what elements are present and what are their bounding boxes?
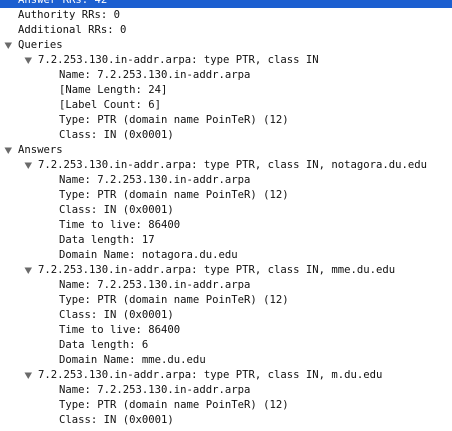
- tree-row-label: Queries: [18, 39, 63, 51]
- tree-row-label: Type: PTR (domain name PoinTeR) (12): [59, 399, 289, 411]
- tree-field-row[interactable]: Class: IN (0x0001): [0, 203, 452, 218]
- tree-field-row[interactable]: Name: 7.2.253.130.in-addr.arpa: [0, 173, 452, 188]
- tree-field-row[interactable]: Class: IN (0x0001): [0, 308, 452, 323]
- tree-row-label: Data length: 6: [59, 339, 149, 351]
- tree-row-label: Time to live: 86400: [59, 324, 181, 336]
- tree-node-row[interactable]: Queries: [0, 38, 452, 53]
- tree-field-row[interactable]: Time to live: 86400: [0, 218, 452, 233]
- tree-field-row[interactable]: Time to live: 86400: [0, 323, 452, 338]
- tree-field-row[interactable]: [Name Length: 24]: [0, 83, 452, 98]
- tree-row-label: Type: PTR (domain name PoinTeR) (12): [59, 294, 289, 306]
- tree-row-label: Class: IN (0x0001): [59, 129, 174, 141]
- disclosure-triangle-down-icon[interactable]: [24, 158, 34, 173]
- tree-field-row[interactable]: Additional RRs: 0: [0, 23, 452, 38]
- tree-row-label: Data length: 17: [59, 234, 155, 246]
- tree-row-label: Type: PTR (domain name PoinTeR) (12): [59, 189, 289, 201]
- tree-row-label: [Label Count: 6]: [59, 99, 162, 111]
- tree-row-label: Time to live: 86400: [59, 219, 181, 231]
- tree-field-row[interactable]: Domain Name: notagora.du.edu: [0, 248, 452, 263]
- tree-node-row[interactable]: 7.2.253.130.in-addr.arpa: type PTR, clas…: [0, 158, 452, 173]
- tree-field-row[interactable]: Name: 7.2.253.130.in-addr.arpa: [0, 278, 452, 293]
- disclosure-triangle-down-icon[interactable]: [24, 53, 34, 68]
- tree-field-row[interactable]: Class: IN (0x0001): [0, 413, 452, 428]
- tree-row-label: 7.2.253.130.in-addr.arpa: type PTR, clas…: [38, 54, 319, 66]
- disclosure-triangle-down-icon[interactable]: [4, 38, 14, 53]
- tree-row-label: Name: 7.2.253.130.in-addr.arpa: [59, 174, 251, 186]
- tree-field-row[interactable]: Name: 7.2.253.130.in-addr.arpa: [0, 383, 452, 398]
- disclosure-triangle-down-icon[interactable]: [4, 143, 14, 158]
- tree-node-row[interactable]: Answers: [0, 143, 452, 158]
- tree-field-row[interactable]: Type: PTR (domain name PoinTeR) (12): [0, 293, 452, 308]
- tree-field-row[interactable]: Data length: 17: [0, 233, 452, 248]
- tree-row-label: Name: 7.2.253.130.in-addr.arpa: [59, 384, 251, 396]
- tree-row-label: Answers: [18, 144, 63, 156]
- tree-field-row[interactable]: [Label Count: 6]: [0, 98, 452, 113]
- tree-field-row[interactable]: Authority RRs: 0: [0, 8, 452, 23]
- tree-row-label: Domain Name: notagora.du.edu: [59, 249, 238, 261]
- tree-node-row[interactable]: 7.2.253.130.in-addr.arpa: type PTR, clas…: [0, 53, 452, 68]
- tree-row-label: [Name Length: 24]: [59, 84, 168, 96]
- tree-node-row[interactable]: 7.2.253.130.in-addr.arpa: type PTR, clas…: [0, 263, 452, 278]
- tree-row-label: Name: 7.2.253.130.in-addr.arpa: [59, 69, 251, 81]
- tree-field-row[interactable]: Type: PTR (domain name PoinTeR) (12): [0, 398, 452, 413]
- tree-row-label: Authority RRs: 0: [18, 9, 121, 21]
- tree-field-row[interactable]: Type: PTR (domain name PoinTeR) (12): [0, 188, 452, 203]
- disclosure-triangle-down-icon[interactable]: [24, 368, 34, 383]
- tree-row-label: Domain Name: mme.du.edu: [59, 354, 206, 366]
- tree-field-row[interactable]: Domain Name: mme.du.edu: [0, 353, 452, 368]
- tree-row-label: Type: PTR (domain name PoinTeR) (12): [59, 114, 289, 126]
- packet-details-tree[interactable]: Answer RRs: 42 Authority RRs: 0 Additional…: [0, 0, 452, 431]
- tree-field-row[interactable]: Name: 7.2.253.130.in-addr.arpa: [0, 68, 452, 83]
- tree-row-label: Class: IN (0x0001): [59, 309, 174, 321]
- tree-row-label: Answer RRs: 42: [18, 0, 108, 6]
- tree-row-label: Class: IN (0x0001): [59, 204, 174, 216]
- tree-row-label: 7.2.253.130.in-addr.arpa: type PTR, clas…: [38, 264, 396, 276]
- tree-row-label: Class: IN (0x0001): [59, 414, 174, 426]
- tree-row-label: 7.2.253.130.in-addr.arpa: type PTR, clas…: [38, 159, 428, 171]
- tree-field-row[interactable]: Class: IN (0x0001): [0, 128, 452, 143]
- disclosure-triangle-down-icon[interactable]: [24, 263, 34, 278]
- tree-field-row[interactable]: Data length: 6: [0, 338, 452, 353]
- tree-node-row[interactable]: 7.2.253.130.in-addr.arpa: type PTR, clas…: [0, 368, 452, 383]
- tree-field-row[interactable]: Answer RRs: 42: [0, 0, 452, 8]
- tree-row-label: Additional RRs: 0: [18, 24, 127, 36]
- tree-row-label: Name: 7.2.253.130.in-addr.arpa: [59, 279, 251, 291]
- tree-field-row[interactable]: Type: PTR (domain name PoinTeR) (12): [0, 113, 452, 128]
- tree-row-label: 7.2.253.130.in-addr.arpa: type PTR, clas…: [38, 369, 383, 381]
